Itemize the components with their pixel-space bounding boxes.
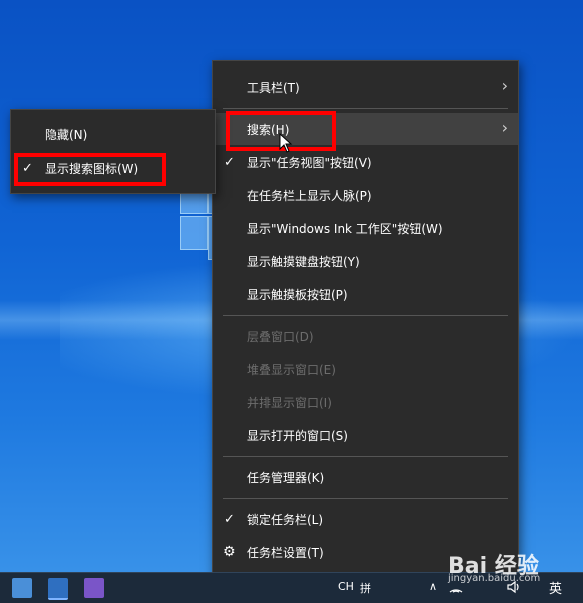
menu-item-label: 显示"任务视图"按钮(V) bbox=[247, 155, 372, 170]
chevron-up-icon[interactable]: ∧ bbox=[429, 580, 437, 593]
watermark-url: jingyan.baidu.com bbox=[448, 573, 541, 584]
menu-item-label: 任务栏设置(T) bbox=[247, 545, 324, 560]
annotation-highlight-show-search-icon bbox=[14, 153, 166, 186]
menu-item-lock-taskbar[interactable]: ✓ 锁定任务栏(L) bbox=[213, 503, 518, 535]
menu-item-label: 工具栏(T) bbox=[247, 80, 300, 95]
menu-separator bbox=[223, 456, 508, 457]
menu-item-show-desktop[interactable]: 显示打开的窗口(S) bbox=[213, 419, 518, 451]
menu-item-cascade-windows[interactable]: 层叠窗口(D) bbox=[213, 320, 518, 352]
language-indicator[interactable]: 英 bbox=[549, 578, 562, 597]
menu-separator bbox=[223, 108, 508, 109]
menu-item-label: 锁定任务栏(L) bbox=[247, 512, 324, 527]
menu-item-label: 显示触摸板按钮(P) bbox=[247, 287, 348, 302]
menu-item-label: 显示"Windows Ink 工作区"按钮(W) bbox=[247, 221, 443, 236]
menu-separator bbox=[223, 315, 508, 316]
taskbar-app-icon[interactable] bbox=[84, 578, 104, 598]
checkmark-icon: ✓ bbox=[224, 511, 235, 527]
chevron-right-icon: › bbox=[501, 76, 508, 95]
menu-item-touchpad[interactable]: 显示触摸板按钮(P) bbox=[213, 278, 518, 310]
mouse-cursor-icon bbox=[279, 133, 293, 153]
menu-item-task-manager[interactable]: 任务管理器(K) bbox=[213, 461, 518, 493]
chevron-right-icon: › bbox=[501, 118, 508, 137]
menu-item-label: 堆叠显示窗口(E) bbox=[247, 362, 336, 377]
menu-item-label: 任务管理器(K) bbox=[247, 470, 325, 485]
taskbar-app-icon[interactable] bbox=[48, 578, 68, 600]
menu-separator bbox=[223, 498, 508, 499]
menu-item-show-people[interactable]: 在任务栏上显示人脉(P) bbox=[213, 179, 518, 211]
menu-item-toolbars[interactable]: 工具栏(T) › bbox=[213, 71, 518, 103]
checkmark-icon: ✓ bbox=[224, 154, 235, 170]
menu-item-label: 层叠窗口(D) bbox=[247, 329, 314, 344]
ime-mode-icon[interactable]: 拼 bbox=[360, 580, 371, 596]
menu-item-stack-windows[interactable]: 堆叠显示窗口(E) bbox=[213, 353, 518, 385]
ime-indicator[interactable]: CH bbox=[338, 580, 354, 593]
gear-icon: ⚙ bbox=[223, 544, 236, 560]
taskbar-app-icon[interactable] bbox=[12, 578, 32, 598]
submenu-item-hidden[interactable]: 隐藏(N) bbox=[11, 118, 215, 150]
menu-item-label: 显示打开的窗口(S) bbox=[247, 428, 348, 443]
menu-item-label: 显示触摸键盘按钮(Y) bbox=[247, 254, 360, 269]
menu-item-windows-ink[interactable]: 显示"Windows Ink 工作区"按钮(W) bbox=[213, 212, 518, 244]
menu-item-label: 并排显示窗口(I) bbox=[247, 395, 332, 410]
menu-item-label: 在任务栏上显示人脉(P) bbox=[247, 188, 372, 203]
menu-item-label: 隐藏(N) bbox=[45, 127, 88, 142]
menu-item-touch-keyboard[interactable]: 显示触摸键盘按钮(Y) bbox=[213, 245, 518, 277]
menu-item-side-by-side[interactable]: 并排显示窗口(I) bbox=[213, 386, 518, 418]
